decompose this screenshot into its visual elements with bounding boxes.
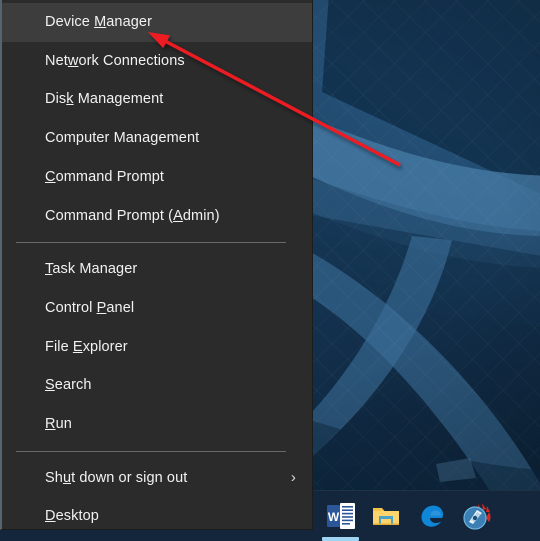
edge-icon: [420, 505, 443, 527]
menu-item-label: Desktop: [45, 508, 99, 525]
taskbar-active-indicator: [322, 537, 359, 541]
menu-item-label: File Explorer: [45, 338, 128, 355]
menu-item-disk-management[interactable]: Disk Management: [2, 80, 312, 119]
menu-separator: [16, 450, 286, 452]
menu-item-label: Disk Management: [45, 91, 164, 108]
menu-item-command-prompt-admin[interactable]: Command Prompt (Admin): [2, 196, 312, 235]
menu-item-command-prompt[interactable]: Command Prompt: [2, 158, 312, 197]
taskbar-button-edge[interactable]: [408, 490, 453, 541]
menu-item-label: Device Manager: [45, 14, 152, 31]
word-icon: W: [326, 502, 355, 529]
menu-item-label: Control Panel: [45, 299, 135, 316]
file-explorer-icon: [372, 507, 399, 525]
menu-item-label: Computer Management: [45, 130, 200, 147]
taskbar-button-word[interactable]: W: [318, 490, 363, 541]
menu-item-label: Command Prompt (Admin): [45, 207, 220, 224]
menu-item-label: Task Manager: [45, 261, 138, 278]
menu-item-desktop[interactable]: Desktop: [2, 497, 312, 536]
menu-item-label: Shut down or sign out: [45, 469, 188, 486]
menu-item-computer-management[interactable]: Computer Management: [2, 119, 312, 158]
menu-item-shut-down-or-sign-out[interactable]: Shut down or sign out ›: [2, 459, 312, 498]
menu-item-task-manager[interactable]: Task Manager: [2, 250, 312, 289]
menu-item-search[interactable]: Search: [2, 366, 312, 405]
menu-item-label: Command Prompt: [45, 168, 165, 185]
chevron-right-icon: ›: [290, 469, 296, 487]
menu-item-control-panel[interactable]: Control Panel: [2, 289, 312, 328]
screen: W Device Manager Network Connections Dis…: [0, 0, 540, 541]
taskbar-button-disc-burner[interactable]: [453, 490, 498, 541]
menu-item-label: Network Connections: [45, 52, 185, 69]
menu-separator: [16, 242, 286, 244]
menu-item-network-connections[interactable]: Network Connections: [2, 42, 312, 81]
taskbar-button-file-explorer[interactable]: [363, 490, 408, 541]
menu-item-run[interactable]: Run: [2, 405, 312, 444]
menu-item-file-explorer[interactable]: File Explorer: [2, 328, 312, 367]
menu-item-label: Search: [45, 377, 92, 394]
menu-item-device-manager[interactable]: Device Manager: [2, 3, 312, 42]
taskbar-items: W: [318, 490, 498, 541]
winx-power-user-menu[interactable]: Device Manager Network Connections Disk Ma…: [0, 0, 313, 530]
menu-item-label: Run: [45, 415, 72, 432]
svg-text:W: W: [327, 510, 339, 524]
disc-burner-icon: [462, 502, 490, 530]
